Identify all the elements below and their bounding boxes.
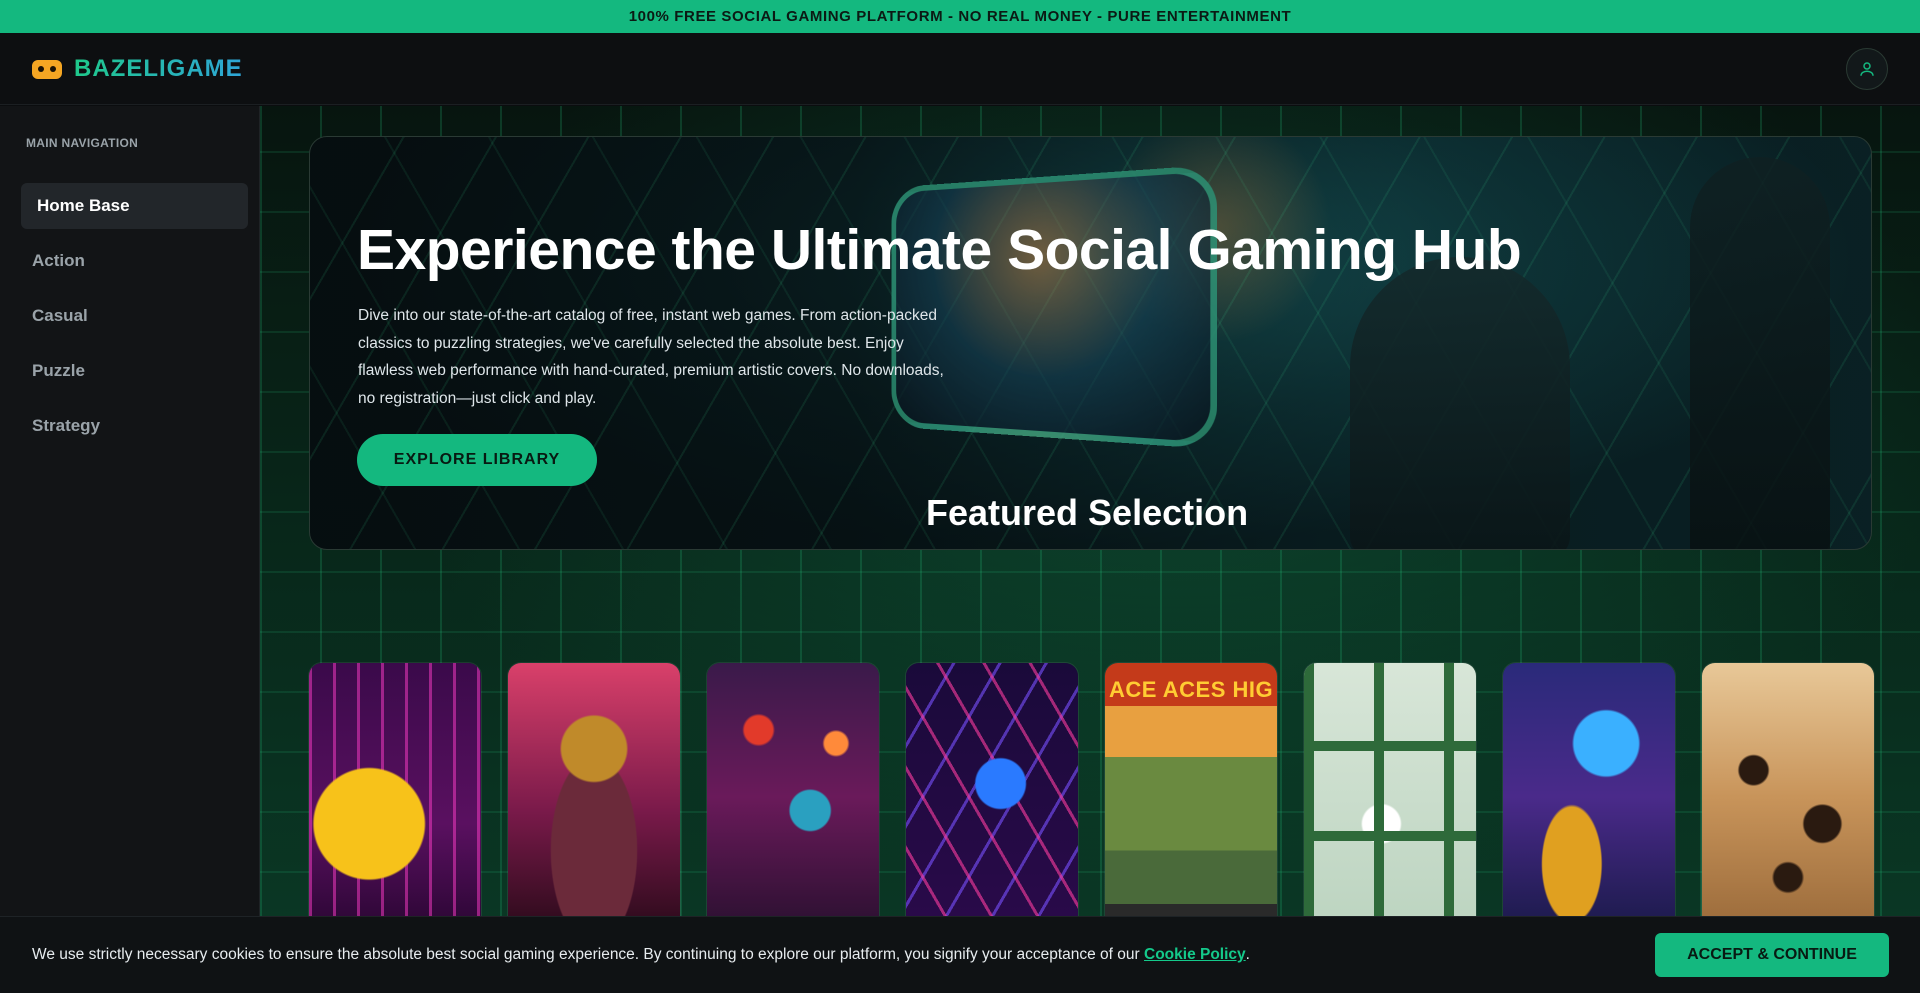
cookie-message: We use strictly necessary cookies to ens… <box>32 946 1250 964</box>
game-cover-art <box>1503 663 1675 931</box>
sidebar-item-action[interactable]: Action <box>21 238 248 284</box>
game-card[interactable] <box>1701 662 1875 932</box>
cookie-text: We use strictly necessary cookies to ens… <box>32 946 1140 963</box>
cookie-banner: We use strictly necessary cookies to ens… <box>0 916 1920 993</box>
gamepad-icon <box>32 59 62 79</box>
game-cover-art <box>1105 663 1277 931</box>
hero-description: Dive into our state-of-the-art catalog o… <box>358 307 944 407</box>
user-icon <box>1860 62 1874 76</box>
sidebar-item-casual[interactable]: Casual <box>21 293 248 339</box>
cookie-trailing: . <box>1245 946 1250 963</box>
game-cover-art <box>1702 663 1874 931</box>
brand-logo[interactable]: BAZELIGAME <box>32 55 243 83</box>
featured-cards: ACE ACES HIG <box>308 662 1875 932</box>
hero-title: Experience the Ultimate Social Gaming Hu… <box>357 218 1522 282</box>
game-card-title: ACE ACES HIG <box>1109 677 1274 702</box>
game-cover-art <box>309 663 481 931</box>
game-card[interactable] <box>507 662 681 932</box>
game-cover-art <box>1304 663 1476 931</box>
hero-standing-figure-art <box>1690 157 1830 549</box>
site-header: BAZELIGAME <box>0 33 1920 105</box>
game-card[interactable] <box>706 662 880 932</box>
sidebar-item-strategy[interactable]: Strategy <box>21 403 248 449</box>
cookie-policy-link[interactable]: Cookie Policy <box>1144 946 1246 963</box>
brand-name: BAZELIGAME <box>74 55 243 82</box>
hero-gamer-figure-art <box>1350 257 1570 549</box>
sidebar-item-home-base[interactable]: Home Base <box>21 183 248 229</box>
game-card[interactable] <box>1502 662 1676 932</box>
game-card[interactable] <box>1303 662 1477 932</box>
nav-section-title: MAIN NAVIGATION <box>26 136 139 150</box>
sidebar: MAIN NAVIGATION Home Base Action Casual … <box>0 106 260 993</box>
announcement-bar: 100% FREE SOCIAL GAMING PLATFORM - NO RE… <box>0 0 1920 33</box>
accept-cookies-button[interactable]: ACCEPT & CONTINUE <box>1655 933 1889 977</box>
game-card[interactable]: ACE ACES HIG <box>1104 662 1278 932</box>
game-cover-art <box>508 663 680 931</box>
game-cover-art <box>906 663 1078 931</box>
featured-title: Featured Selection <box>926 492 1249 533</box>
user-account-button[interactable] <box>1846 48 1888 90</box>
hero-banner: Experience the Ultimate Social Gaming Hu… <box>309 136 1872 550</box>
game-card[interactable] <box>905 662 1079 932</box>
announcement-text: 100% FREE SOCIAL GAMING PLATFORM - NO RE… <box>628 8 1292 25</box>
nav-list: Home Base Action Casual Puzzle Strategy <box>21 183 248 458</box>
game-card[interactable] <box>308 662 482 932</box>
sidebar-item-puzzle[interactable]: Puzzle <box>21 348 248 394</box>
game-cover-art <box>707 663 879 931</box>
explore-library-button[interactable]: EXPLORE LIBRARY <box>357 434 597 486</box>
